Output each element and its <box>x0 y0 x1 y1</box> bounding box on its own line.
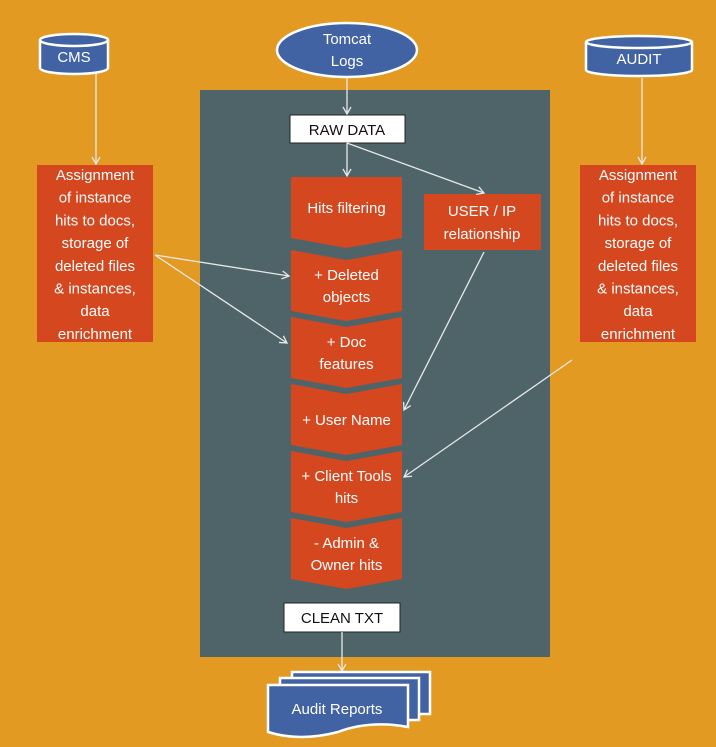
user-ip-label-2: relationship <box>444 226 521 243</box>
step-label: Hits filtering <box>307 200 385 217</box>
side-box-line: hits to docs, <box>55 212 135 229</box>
side-box-line: data <box>80 303 110 320</box>
side-box-line: deleted files <box>55 258 135 275</box>
side-box-line: deleted files <box>598 258 678 275</box>
step-chevron <box>291 250 402 321</box>
audit-reports-label: Audit Reports <box>292 701 383 718</box>
step-chevron <box>291 451 402 522</box>
side-box-line: Assignment <box>599 167 678 184</box>
tomcat-label-2: Logs <box>331 53 364 70</box>
diagram: CMS AUDIT Tomcat Logs RAW DATA Assignmen… <box>0 0 716 747</box>
side-box-line: enrichment <box>601 326 676 343</box>
audit-reports-document-stack: Audit Reports <box>266 670 432 739</box>
audit-database: AUDIT <box>584 34 694 78</box>
step-chevron <box>291 518 402 589</box>
cms-label: CMS <box>57 49 90 66</box>
side-box-line: data <box>623 303 653 320</box>
step-chevron <box>291 317 402 388</box>
tomcat-logs-source: Tomcat Logs <box>275 21 419 79</box>
process-step: + User Name <box>291 384 402 455</box>
side-box-line: & instances, <box>597 281 679 298</box>
process-step: + Client Tools hits <box>291 451 402 522</box>
step-label: hits <box>335 490 358 507</box>
process-step: + Deleted objects <box>291 250 402 321</box>
side-box-line: & instances, <box>54 281 136 298</box>
step-label: features <box>319 356 373 373</box>
step-label: + User Name <box>302 412 391 429</box>
step-label: Owner hits <box>311 557 383 574</box>
raw-data-label: RAW DATA <box>309 122 385 139</box>
side-box-line: enrichment <box>58 326 133 343</box>
step-label: objects <box>323 289 371 306</box>
process-step: - Admin & Owner hits <box>291 518 402 589</box>
step-label: + Client Tools <box>301 468 391 485</box>
tomcat-label-1: Tomcat <box>323 31 372 48</box>
cms-database: CMS <box>38 32 110 76</box>
audit-label: AUDIT <box>617 51 662 68</box>
step-label: + Deleted <box>314 267 379 284</box>
side-box-line: storage of <box>605 235 673 252</box>
side-box-line: of instance <box>59 190 132 207</box>
process-step: Hits filtering <box>291 177 402 248</box>
side-box-line: of instance <box>602 190 675 207</box>
side-box-line: storage of <box>62 235 130 252</box>
step-label: + Doc <box>327 334 367 351</box>
step-label: - Admin & <box>314 535 379 552</box>
side-box-line: Assignment <box>56 167 135 184</box>
side-box-line: hits to docs, <box>598 212 678 229</box>
clean-txt-label: CLEAN TXT <box>301 610 383 627</box>
user-ip-label-1: USER / IP <box>448 203 516 220</box>
process-step: + Doc features <box>291 317 402 388</box>
